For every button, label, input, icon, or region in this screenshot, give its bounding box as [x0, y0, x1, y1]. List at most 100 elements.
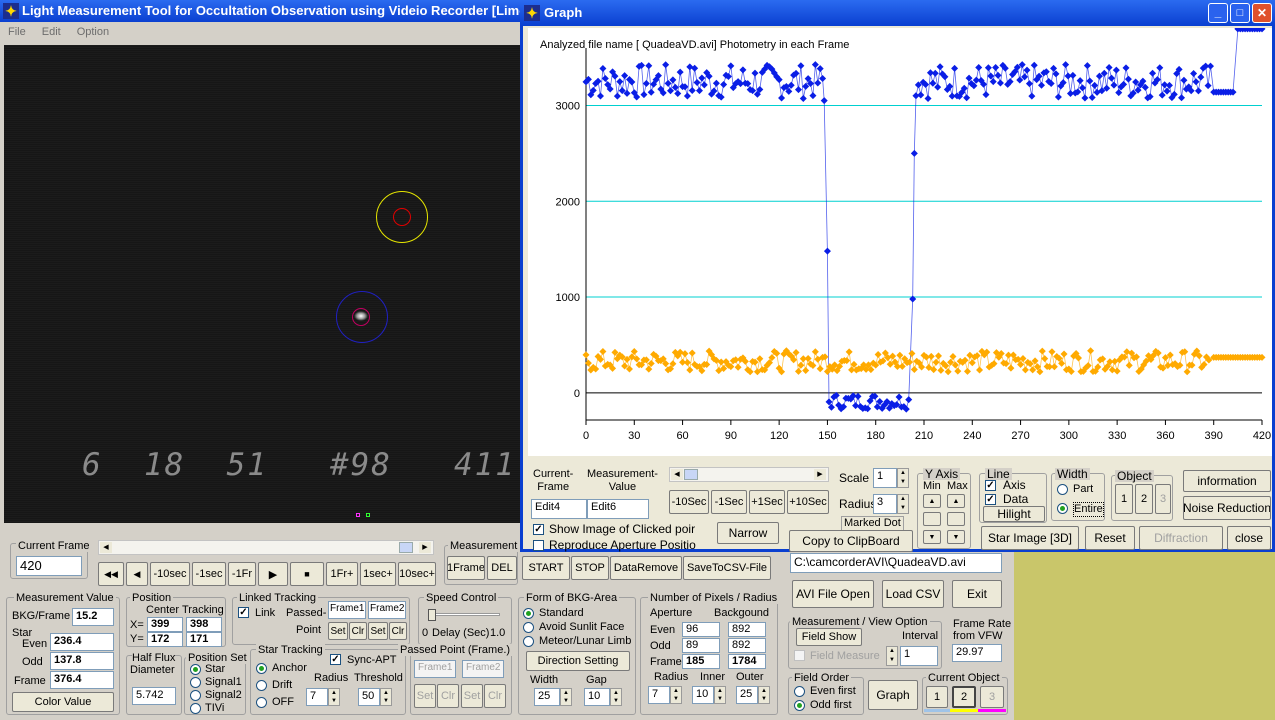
graph-button[interactable]: Graph: [868, 680, 918, 710]
plus-1sec-button[interactable]: 1sec+: [360, 562, 396, 586]
close-icon[interactable]: ✕: [1252, 3, 1272, 23]
plus-10sec-button[interactable]: 10sec+: [398, 562, 436, 586]
graph-object-3-button[interactable]: 3: [1155, 484, 1171, 514]
y-min-mid-button[interactable]: [923, 512, 941, 526]
scroll-thumb[interactable]: [399, 542, 413, 553]
drift-radio[interactable]: [256, 680, 267, 691]
scale-spinner[interactable]: ▲ ▼: [897, 468, 909, 488]
y-min-down-button[interactable]: ▼: [923, 530, 941, 544]
maximize-icon[interactable]: □: [1230, 3, 1250, 23]
interval-spinner[interactable]: ▲ ▼: [886, 646, 898, 666]
standard-radio[interactable]: [523, 608, 534, 619]
linked-frame1-input[interactable]: Frame1: [328, 601, 366, 619]
minus-1fr-button[interactable]: -1Fr: [228, 562, 256, 586]
meteor-limb-radio[interactable]: [523, 636, 534, 647]
linked-frame2-input[interactable]: Frame2: [368, 601, 406, 619]
px-outer-spinner[interactable]: ▲ ▼: [758, 686, 770, 704]
graph-minus-1sec-button[interactable]: -1Sec: [711, 490, 747, 514]
px-radius-input[interactable]: 7: [648, 686, 670, 704]
edit4-field[interactable]: Edit4: [531, 499, 587, 519]
px-radius-spinner[interactable]: ▲ ▼: [670, 686, 682, 704]
y-max-mid-button[interactable]: [947, 512, 965, 526]
speed-slider-thumb[interactable]: [428, 609, 436, 621]
even-first-radio[interactable]: [794, 686, 805, 697]
del-button[interactable]: DEL: [487, 556, 517, 580]
data-remove-button[interactable]: DataRemove: [610, 556, 682, 580]
object-2-button[interactable]: 2: [952, 686, 976, 708]
diffraction-button[interactable]: Diffraction: [1139, 526, 1223, 550]
bkg-gap-input[interactable]: 10: [584, 688, 610, 706]
linked-clr2-button[interactable]: Clr: [389, 622, 407, 640]
direction-setting-button[interactable]: Direction Setting: [526, 651, 630, 671]
object-1-button[interactable]: 1: [926, 686, 948, 708]
field-measure-checkbox[interactable]: [794, 650, 805, 661]
field-show-button[interactable]: Field Show: [796, 628, 862, 646]
threshold-spinner[interactable]: ▲ ▼: [380, 688, 392, 706]
px-inner-input[interactable]: 10: [692, 686, 714, 704]
current-frame-input[interactable]: 420: [16, 556, 82, 576]
stop-button[interactable]: ■: [290, 562, 324, 586]
play-button[interactable]: ▶: [258, 562, 288, 586]
pp-clr1-button[interactable]: Clr: [437, 684, 459, 708]
signal1-radio[interactable]: [190, 677, 201, 688]
st-radius-input[interactable]: 7: [306, 688, 328, 706]
linked-set1-button[interactable]: Set: [328, 622, 348, 640]
minus-1sec-button[interactable]: -1sec: [192, 562, 226, 586]
pp-clr2-button[interactable]: Clr: [484, 684, 506, 708]
part-radio[interactable]: [1057, 484, 1068, 495]
avi-file-open-button[interactable]: AVI File Open: [792, 580, 874, 608]
off-radio[interactable]: [256, 697, 267, 708]
start-button[interactable]: START: [522, 556, 570, 580]
radius-graph-input[interactable]: 3: [873, 494, 897, 514]
pp-set1-button[interactable]: Set: [414, 684, 436, 708]
plot-area[interactable]: Analyzed file name [ QuadeaVD.avi] Photo…: [528, 28, 1272, 456]
graph-minus-10sec-button[interactable]: -10Sec: [669, 490, 709, 514]
st-radius-spinner[interactable]: ▲ ▼: [328, 688, 340, 706]
edit6-field[interactable]: Edit6: [587, 499, 649, 519]
px-outer-input[interactable]: 25: [736, 686, 758, 704]
menu-option[interactable]: Option: [77, 26, 109, 38]
anchor-radio[interactable]: [256, 663, 267, 674]
sync-apt-checkbox[interactable]: ✓: [330, 654, 341, 665]
narrow-button[interactable]: Narrow: [717, 522, 779, 544]
bkg-width-spinner[interactable]: ▲ ▼: [560, 688, 572, 706]
bkg-gap-spinner[interactable]: ▲ ▼: [610, 688, 622, 706]
bkg-width-input[interactable]: 25: [534, 688, 560, 706]
frame-scrollbar[interactable]: ◀ ▶: [98, 540, 434, 555]
minimize-icon[interactable]: _: [1208, 3, 1228, 23]
color-value-button[interactable]: Color Value: [12, 692, 114, 712]
graph-scroll-right-icon[interactable]: ▶: [814, 469, 826, 480]
data-checkbox[interactable]: ✓: [985, 494, 996, 505]
photometry-chart[interactable]: 0 1000 2000 3000 0 30 60 90 120 150 180 210 240 270 30…: [528, 28, 1272, 456]
y-min-up-button[interactable]: ▲: [923, 494, 941, 508]
graph-plus-10sec-button[interactable]: +10Sec: [787, 490, 829, 514]
scale-input[interactable]: 1: [873, 468, 897, 488]
save-to-csv-button[interactable]: SaveToCSV-File: [683, 556, 771, 580]
axis-checkbox[interactable]: ✓: [985, 480, 996, 491]
information-button[interactable]: information: [1183, 470, 1271, 492]
noise-reduction-button[interactable]: Noise Reduction: [1183, 496, 1271, 520]
stop-measure-button[interactable]: STOP: [571, 556, 609, 580]
video-frame[interactable]: 6 18 51 #98 411: [4, 45, 520, 523]
graph-object-2-button[interactable]: 2: [1135, 484, 1153, 514]
graph-object-1-button[interactable]: 1: [1115, 484, 1133, 514]
close-button[interactable]: close: [1227, 526, 1271, 550]
pp-frame1-input[interactable]: Frame1: [414, 660, 456, 678]
linked-set2-button[interactable]: Set: [368, 622, 388, 640]
one-frame-button[interactable]: 1Frame: [447, 556, 485, 580]
show-image-checkbox[interactable]: ✓: [533, 524, 544, 535]
signal2-radio[interactable]: [190, 690, 201, 701]
link-checkbox[interactable]: ✓: [238, 607, 249, 618]
linked-clr1-button[interactable]: Clr: [349, 622, 367, 640]
reproduce-checkbox[interactable]: [533, 540, 544, 551]
interval-input[interactable]: 1: [900, 646, 938, 666]
avoid-sunlit-radio[interactable]: [523, 622, 534, 633]
load-csv-button[interactable]: Load CSV: [882, 580, 944, 608]
menu-file[interactable]: File: [8, 26, 26, 38]
file-path-field[interactable]: C:\camcorderAVI\QuadeaVD.avi: [790, 553, 1002, 573]
tivi-radio[interactable]: [190, 703, 201, 714]
pp-set2-button[interactable]: Set: [461, 684, 483, 708]
menu-edit[interactable]: Edit: [42, 26, 61, 38]
star-radio[interactable]: [190, 664, 201, 675]
scroll-right-icon[interactable]: ▶: [419, 542, 431, 553]
